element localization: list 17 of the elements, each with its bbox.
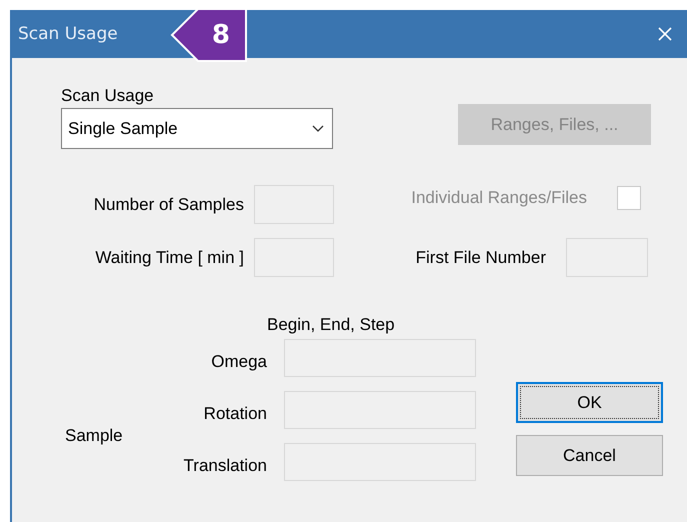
ok-button[interactable]: OK bbox=[516, 382, 663, 423]
sample-label: Sample bbox=[65, 426, 124, 446]
number-of-samples-label: Number of Samples bbox=[92, 194, 244, 214]
cancel-button[interactable]: Cancel bbox=[516, 435, 663, 476]
individual-ranges-label: Individual Ranges/Files bbox=[410, 188, 587, 208]
sample-row-label: Translation bbox=[182, 455, 267, 476]
waiting-time-label: Waiting Time [ min ] bbox=[94, 248, 244, 268]
begin-end-step-header: Begin, End, Step bbox=[267, 315, 396, 335]
sample-row-label: Omega bbox=[210, 351, 267, 372]
sample-row-label: Rotation bbox=[202, 403, 267, 424]
scan-usage-dropdown[interactable]: Single Sample bbox=[61, 108, 333, 149]
first-file-number-label: First File Number bbox=[414, 248, 546, 268]
scan-usage-label: Scan Usage bbox=[61, 86, 155, 106]
close-icon[interactable] bbox=[657, 26, 673, 42]
step-badge: 8 bbox=[170, 10, 248, 62]
chevron-down-icon bbox=[312, 124, 324, 132]
window-title: Scan Usage bbox=[18, 24, 118, 44]
